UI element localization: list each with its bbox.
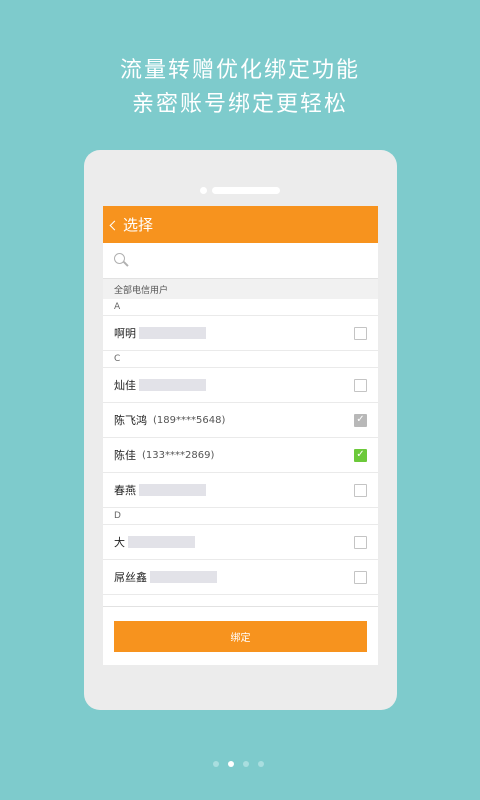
phone-screen: 选择 全部电信用户 A 啊明 C 灿佳 陈飞鸿 (189****5648) ✓ — [103, 206, 378, 665]
search-icon — [114, 253, 129, 268]
contact-row[interactable]: 灿佳 — [103, 368, 378, 403]
contact-phone: (189****5648) — [153, 414, 226, 426]
contact-name: 啊明 — [114, 327, 136, 340]
promo-headline-2: 亲密账号绑定更轻松 — [131, 92, 348, 117]
contact-row[interactable]: 屌丝鑫 — [103, 560, 378, 595]
camera-dot — [200, 187, 207, 194]
contact-checkbox[interactable] — [354, 535, 367, 549]
promo-headline-1: 流量转赠优化绑定功能 — [119, 58, 360, 83]
contact-checkbox-checked[interactable]: ✓ — [354, 448, 367, 462]
page-dot[interactable] — [258, 761, 264, 767]
group-header: 全部电信用户 — [103, 279, 378, 299]
masked-number — [150, 571, 217, 583]
contact-row[interactable]: 大 — [103, 525, 378, 560]
checkmark-icon: ✓ — [356, 449, 365, 460]
masked-number — [128, 536, 195, 548]
section-letter: A — [103, 299, 378, 316]
section-letter: C — [103, 351, 378, 368]
contact-name: 屌丝鑫 — [114, 571, 147, 584]
phone-mockup: 选择 全部电信用户 A 啊明 C 灿佳 陈飞鸿 (189****5648) ✓ — [84, 150, 397, 710]
contact-row[interactable]: 陈佳 (133****2869) ✓ — [103, 438, 378, 473]
contact-row[interactable]: 春燕 — [103, 473, 378, 508]
contact-checkbox[interactable] — [354, 483, 367, 497]
page-dot-active[interactable] — [228, 761, 234, 767]
contact-checkbox[interactable] — [354, 570, 367, 584]
section-letter: D — [103, 508, 378, 525]
contact-row[interactable]: 陈飞鸿 (189****5648) ✓ — [103, 403, 378, 438]
chevron-left-icon — [109, 220, 120, 230]
page-dot[interactable] — [243, 761, 249, 767]
page-indicator — [213, 761, 264, 767]
contact-checkbox-disabled[interactable]: ✓ — [354, 413, 367, 427]
contact-name: 大 — [114, 536, 125, 549]
contact-name: 春燕 — [114, 484, 136, 497]
masked-number — [139, 484, 206, 496]
bind-button[interactable]: 绑定 — [114, 621, 367, 652]
contact-row[interactable]: 啊明 — [103, 316, 378, 351]
contact-checkbox[interactable] — [354, 326, 367, 340]
search-bar[interactable] — [103, 243, 378, 279]
screen-title: 选择 — [123, 216, 154, 234]
masked-number — [139, 379, 206, 391]
speaker-grille — [212, 187, 280, 194]
contact-phone: (133****2869) — [142, 449, 215, 461]
back-button[interactable]: 选择 — [109, 214, 154, 235]
page-dot[interactable] — [213, 761, 219, 767]
checkmark-icon: ✓ — [356, 414, 365, 425]
title-bar: 选择 — [103, 206, 378, 243]
masked-number — [139, 327, 206, 339]
contact-checkbox[interactable] — [354, 378, 367, 392]
contact-name: 陈佳 — [114, 449, 136, 462]
footer-bar: 绑定 — [103, 606, 378, 665]
contact-name: 灿佳 — [114, 379, 136, 392]
contact-name: 陈飞鸿 — [114, 414, 147, 427]
